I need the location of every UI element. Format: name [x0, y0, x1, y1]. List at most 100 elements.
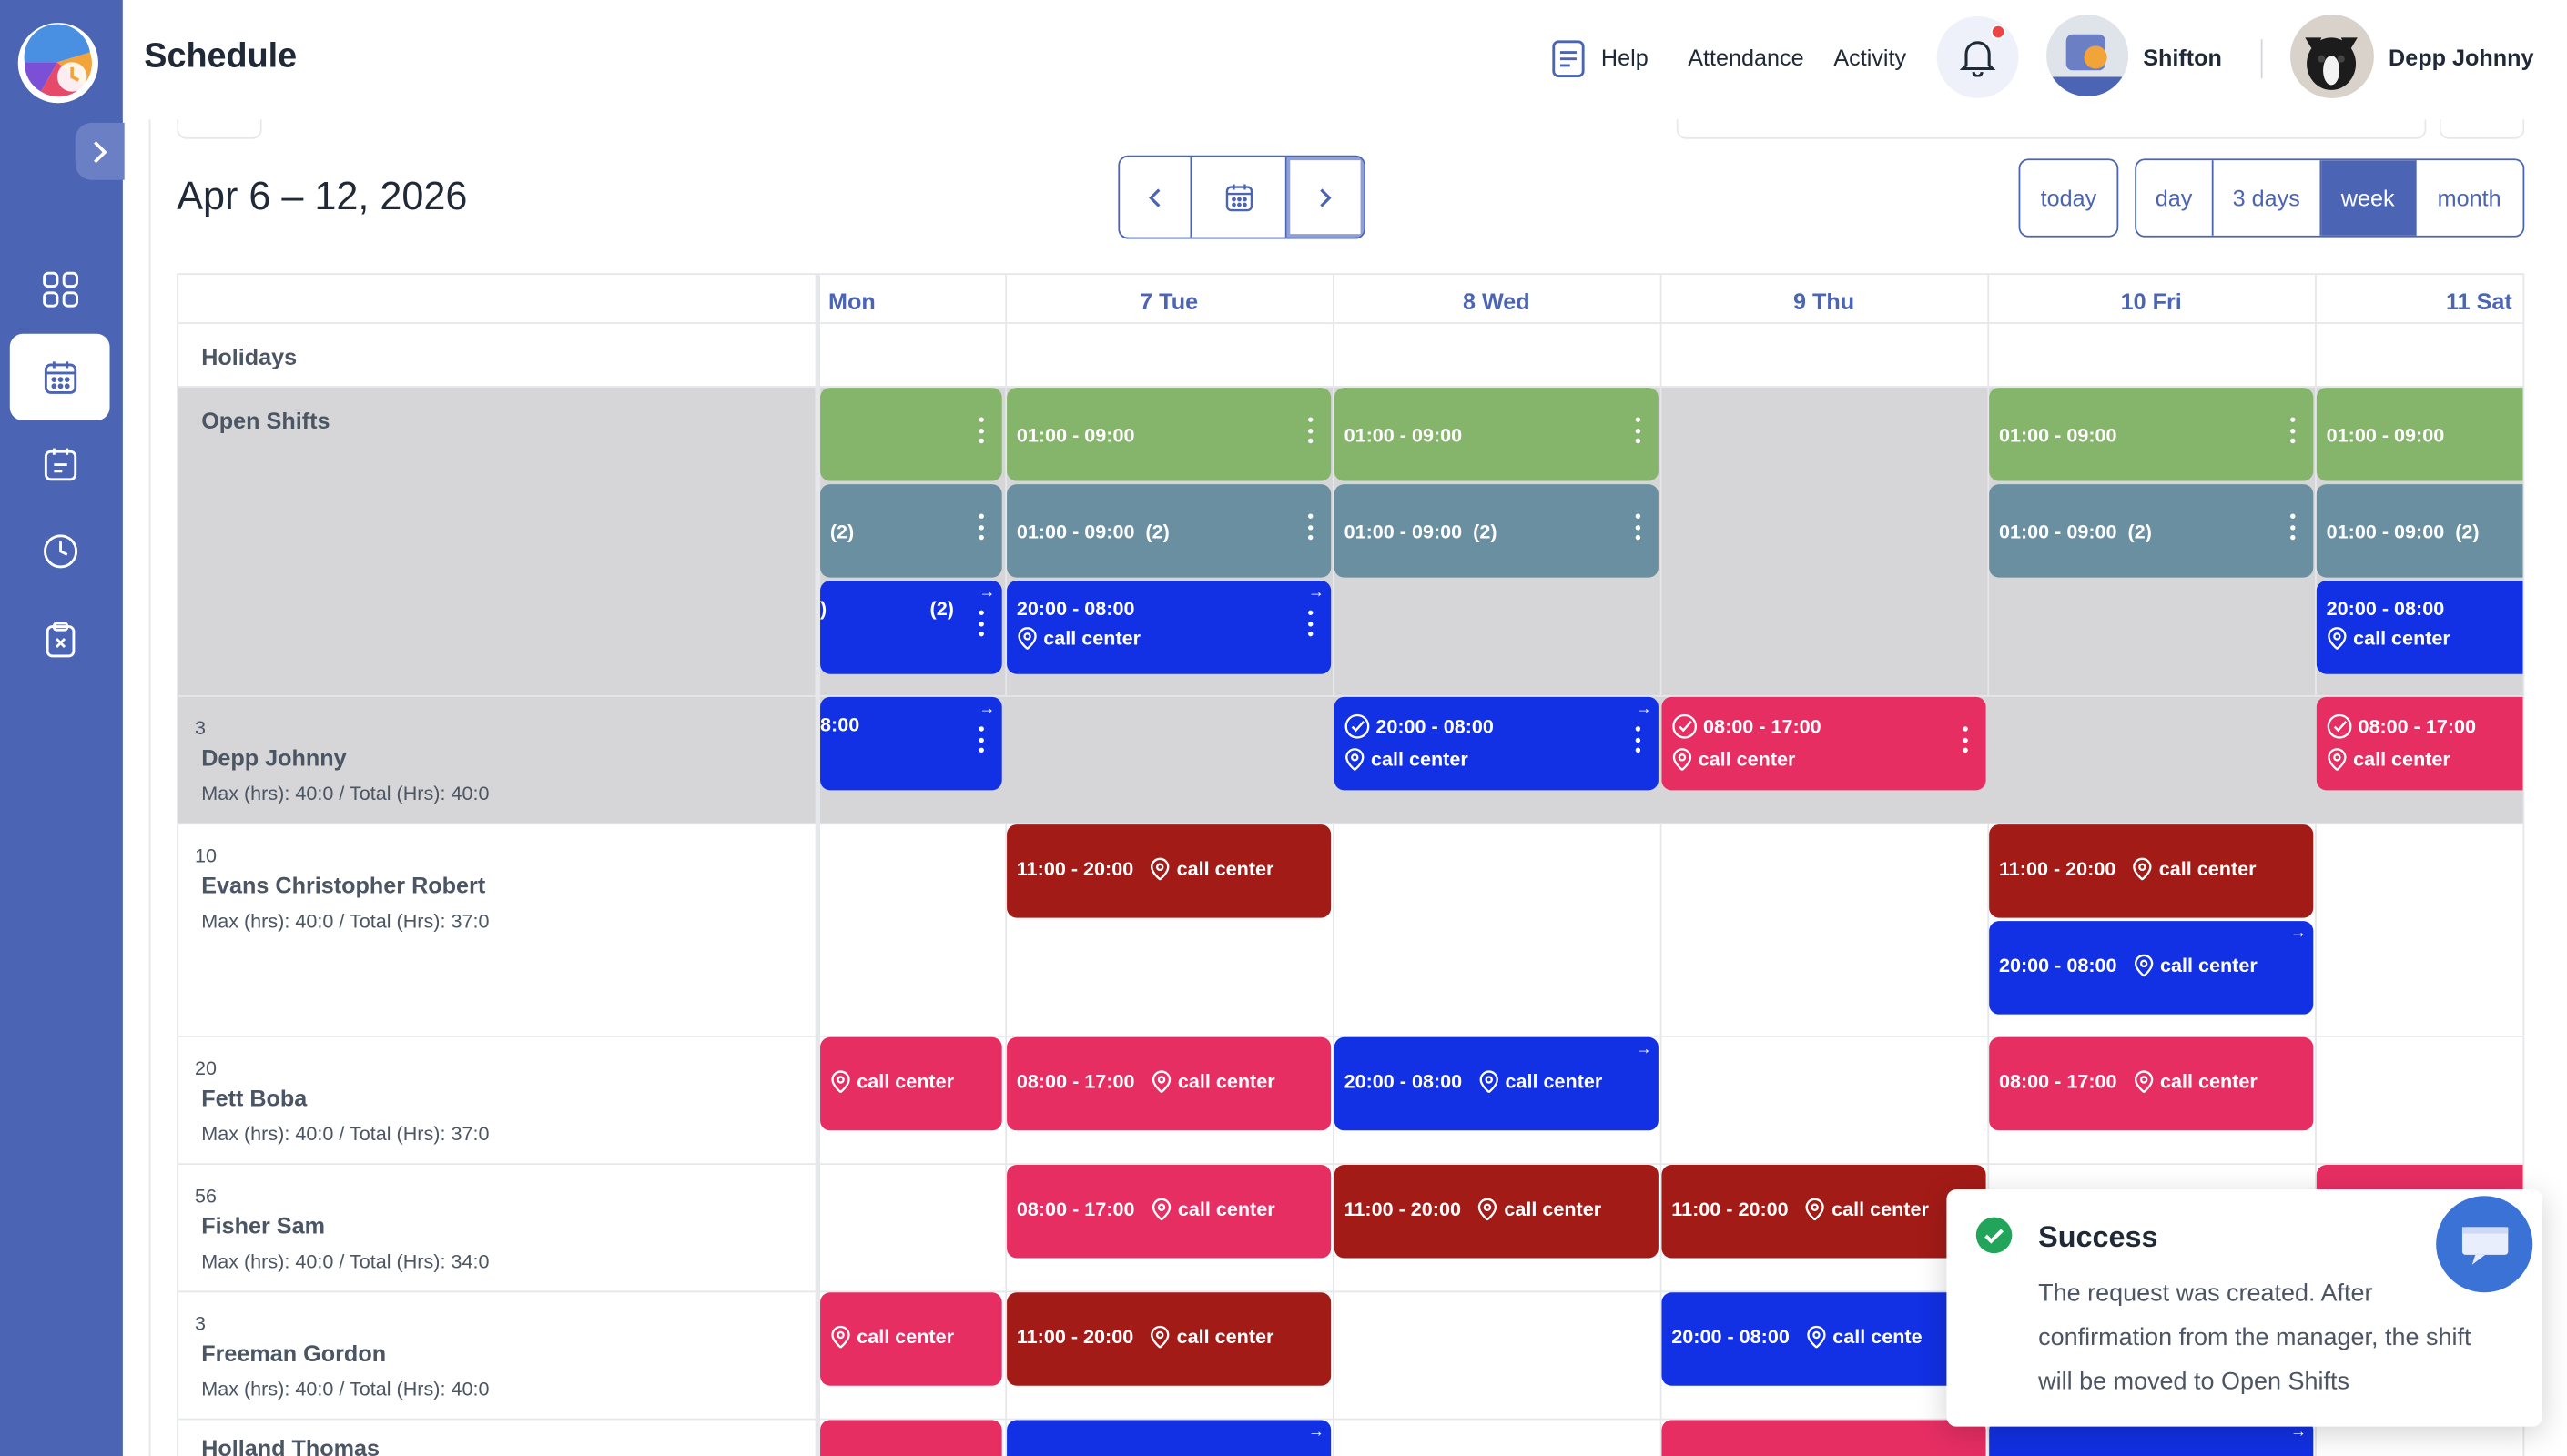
kebab-menu-icon[interactable] [2290, 513, 2297, 543]
view-week-button[interactable]: week [2321, 160, 2416, 236]
kebab-menu-icon[interactable] [1635, 513, 1642, 543]
activity-link[interactable]: Activity [1833, 45, 1906, 71]
shift-card[interactable]: 01:00 - 09:00 (2) [2316, 484, 2523, 578]
employee-name[interactable]: Freeman Gordon [201, 1340, 386, 1366]
shift-card[interactable]: 01:00 - 09:00 (2) [1007, 484, 1332, 578]
sidebar-item-leave-requests[interactable] [10, 595, 110, 682]
shift-card[interactable]: call center [820, 1292, 1002, 1386]
view-month-button[interactable]: month [2416, 160, 2523, 236]
shift-card[interactable]: 11:00 - 20:00 call center [1007, 1292, 1332, 1386]
shift-card[interactable]: 01:00 - 09:00 [2316, 388, 2523, 481]
attendance-link[interactable]: Attendance [1688, 45, 1803, 71]
kebab-menu-icon[interactable] [1635, 417, 1642, 446]
employee-hours: Max (hrs): 40:0 / Total (Hrs): 37:0 [201, 909, 490, 933]
tasks-icon [44, 447, 76, 480]
arrow-icon: → [1635, 1040, 1652, 1059]
kebab-menu-icon[interactable] [979, 610, 986, 640]
company-avatar[interactable] [2046, 15, 2129, 97]
shift-card[interactable] [1661, 1420, 1986, 1456]
app-root: Schedule Help Attendance Activity Shifto… [0, 0, 2567, 1456]
chevron-right-icon [1320, 187, 1333, 207]
sidebar-item-dashboard[interactable] [10, 246, 110, 332]
view-day-button[interactable]: day [2136, 160, 2213, 236]
company-name[interactable]: Shifton [2143, 45, 2222, 71]
help-book-icon[interactable] [1550, 39, 1587, 78]
kebab-menu-icon[interactable] [1635, 726, 1642, 755]
toast-message: The request was created. After confirmat… [2038, 1279, 2471, 1396]
location-pin-icon [1478, 1198, 1497, 1221]
kebab-menu-icon[interactable] [1308, 513, 1314, 543]
shift-card[interactable]: 11:00 - 20:00 call center [1007, 824, 1332, 918]
day-header-sat: 11 Sat [2445, 288, 2512, 315]
shift-card[interactable]: 11:00 - 20:00 call center [1661, 1165, 1986, 1259]
chat-support-button[interactable] [2436, 1196, 2533, 1293]
shift-card[interactable]: call center [820, 1036, 1002, 1131]
user-avatar[interactable] [2290, 15, 2374, 98]
arrow-icon: → [979, 700, 996, 719]
shift-card[interactable]: 01:00 - 09:00 (2) [1989, 484, 2314, 578]
shift-card[interactable]: ) (2) → [820, 581, 1002, 674]
date-picker-button[interactable] [1192, 157, 1286, 238]
app-logo[interactable] [17, 23, 98, 104]
notifications-button[interactable] [1936, 15, 2019, 98]
help-link[interactable]: Help [1601, 45, 1649, 71]
shift-card[interactable]: 8:00 → [820, 696, 1002, 791]
shift-card[interactable]: → [1007, 1420, 1332, 1456]
kebab-menu-icon[interactable] [2290, 417, 2297, 446]
location-pin-icon [1152, 1198, 1172, 1221]
employee-name[interactable]: Holland Thomas [201, 1435, 380, 1456]
shift-card[interactable]: 11:00 - 20:00 call center [1334, 1165, 1659, 1259]
kebab-menu-icon[interactable] [979, 417, 986, 446]
shift-card[interactable]: 20:00 - 08:00 call center → [1334, 696, 1659, 791]
location-pin-icon [1152, 1070, 1172, 1094]
kebab-menu-icon[interactable] [1963, 726, 1969, 755]
kebab-menu-icon[interactable] [979, 513, 986, 543]
sidebar-item-time-clock[interactable] [10, 507, 110, 593]
shift-card[interactable]: 01:00 - 09:00 (2) [1334, 484, 1659, 578]
sidebar-expand-button[interactable] [75, 122, 125, 180]
shift-card[interactable]: 20:00 - 08:00 call center [2316, 581, 2523, 674]
next-week-button[interactable] [1286, 157, 1364, 238]
location-pin-icon [1345, 748, 1365, 772]
sidebar-item-schedule[interactable] [9, 333, 110, 421]
shift-card[interactable]: 01:00 - 09:00 [1334, 388, 1659, 481]
chevron-left-icon [1148, 187, 1160, 207]
sidebar [0, 0, 125, 1456]
shift-card[interactable]: 20:00 - 08:00 call center → [1007, 581, 1332, 674]
kebab-menu-icon[interactable] [1308, 417, 1314, 446]
shift-card[interactable]: 01:00 - 09:00 [1007, 388, 1332, 481]
shift-card[interactable]: 08:00 - 17:00 call center [1007, 1036, 1332, 1131]
calendar-icon [1224, 183, 1253, 211]
shift-card[interactable]: 08:00 - 17:00 call center [2316, 696, 2523, 791]
employee-hours: Max (hrs): 40:0 / Total (Hrs): 40:0 [201, 1377, 490, 1400]
shift-card[interactable]: 08:00 - 17:00 call center [1661, 696, 1986, 791]
header-divider [2260, 39, 2263, 79]
shift-card[interactable] [820, 1420, 1002, 1456]
settings-stub[interactable] [2439, 119, 2525, 139]
today-button[interactable]: today [2018, 158, 2119, 238]
user-name[interactable]: Depp Johnny [2389, 45, 2533, 71]
sidebar-item-tasks[interactable] [10, 420, 110, 507]
view-3days-button[interactable]: 3 days [2213, 160, 2322, 236]
search-stub[interactable] [1676, 119, 2427, 139]
shift-card[interactable]: 08:00 - 17:00 call center [1989, 1036, 2314, 1131]
shift-card[interactable]: 01:00 - 09:00 [1989, 388, 2314, 481]
shift-card[interactable]: 11:00 - 20:00 call center [1989, 824, 2314, 918]
kebab-menu-icon[interactable] [1308, 610, 1314, 640]
prev-week-button[interactable] [1120, 157, 1193, 238]
dashboard-icon [42, 270, 78, 307]
employee-name[interactable]: Fett Boba [201, 1085, 307, 1111]
employee-name[interactable]: Fisher Sam [201, 1212, 325, 1239]
kebab-menu-icon[interactable] [979, 726, 986, 755]
date-range-title: Apr 6 – 12, 2026 [177, 175, 468, 219]
shift-card[interactable]: 08:00 - 17:00 call center [1007, 1165, 1332, 1259]
shift-card[interactable]: 20:00 - 08:00 call center → [1334, 1036, 1659, 1131]
shift-card[interactable] [820, 388, 1002, 481]
clock-icon [43, 533, 77, 568]
calendar-icon [44, 360, 76, 394]
employee-name[interactable]: Evans Christopher Robert [201, 872, 485, 898]
shift-card[interactable]: 20:00 - 08:00 call center → [1989, 921, 2314, 1015]
shift-card[interactable]: 20:00 - 08:00 call cente [1661, 1292, 1986, 1386]
filter-stub[interactable] [177, 119, 262, 139]
shift-card[interactable]: (2) [820, 484, 1002, 578]
